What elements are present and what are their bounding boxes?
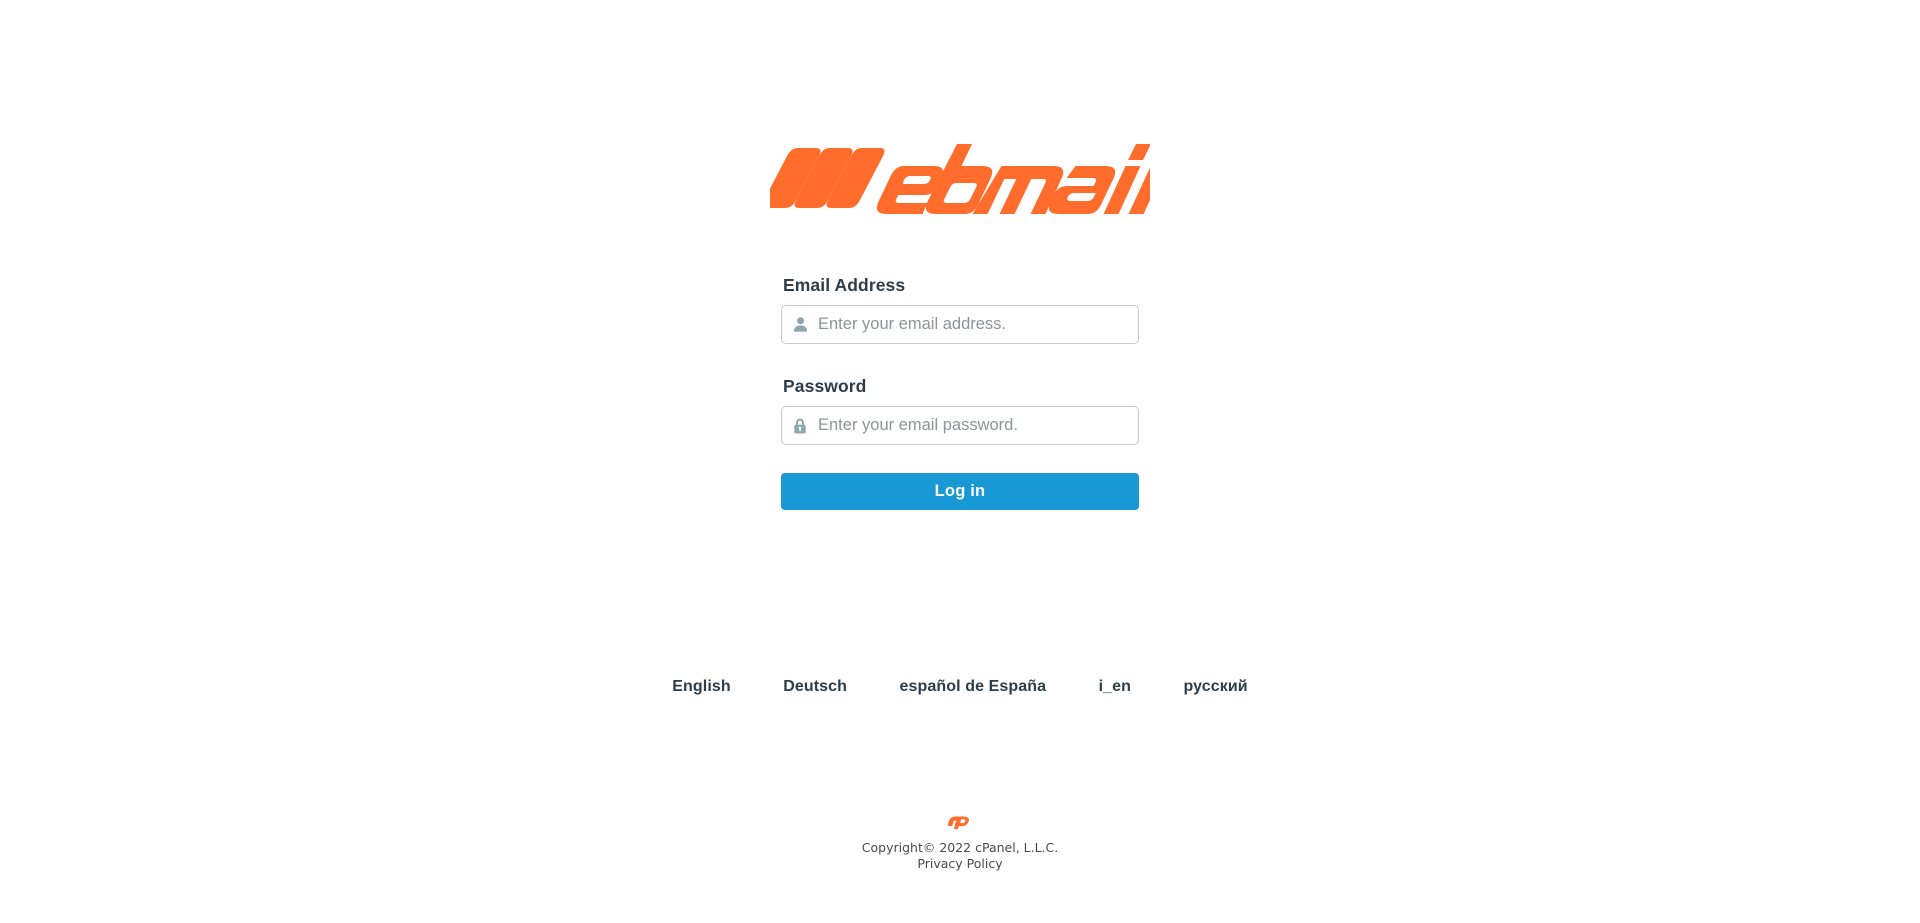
locale-link-english[interactable]: English (672, 678, 730, 696)
password-label: Password (783, 376, 867, 396)
webmail-logo (0, 140, 1920, 220)
email-field-group: Email Address (781, 275, 1139, 344)
locale-link-russian[interactable]: русский (1183, 678, 1247, 696)
password-field-group: Password (781, 376, 1139, 445)
login-button[interactable]: Log in (781, 473, 1139, 510)
password-input-row[interactable] (781, 406, 1139, 445)
email-input-row[interactable] (781, 305, 1139, 344)
user-icon (782, 306, 818, 343)
copyright-text: Copyright© 2022 cPanel, L.L.C. (861, 840, 1059, 855)
field-spacer (781, 344, 1139, 376)
password-input[interactable] (818, 408, 1138, 443)
page-footer: Copyright© 2022 cPanel, L.L.C. Privacy P… (0, 812, 1920, 873)
locale-link-deutsch[interactable]: Deutsch (783, 678, 847, 696)
button-spacer (781, 445, 1139, 473)
email-label: Email Address (783, 275, 906, 295)
login-form: Email Address Password (781, 275, 1139, 510)
webmail-wordmark-icon (770, 144, 1150, 214)
login-page: Email Address Password (0, 0, 1920, 923)
email-input[interactable] (818, 307, 1138, 342)
cpanel-logo-icon (947, 816, 970, 830)
locale-link-i-en[interactable]: i_en (1099, 678, 1131, 696)
privacy-policy-link[interactable]: Privacy Policy (917, 856, 1002, 871)
locale-link-espanol[interactable]: español de España (900, 678, 1047, 696)
lock-icon (782, 407, 818, 444)
locale-switcher: English Deutsch español de España i_en р… (0, 678, 1920, 696)
